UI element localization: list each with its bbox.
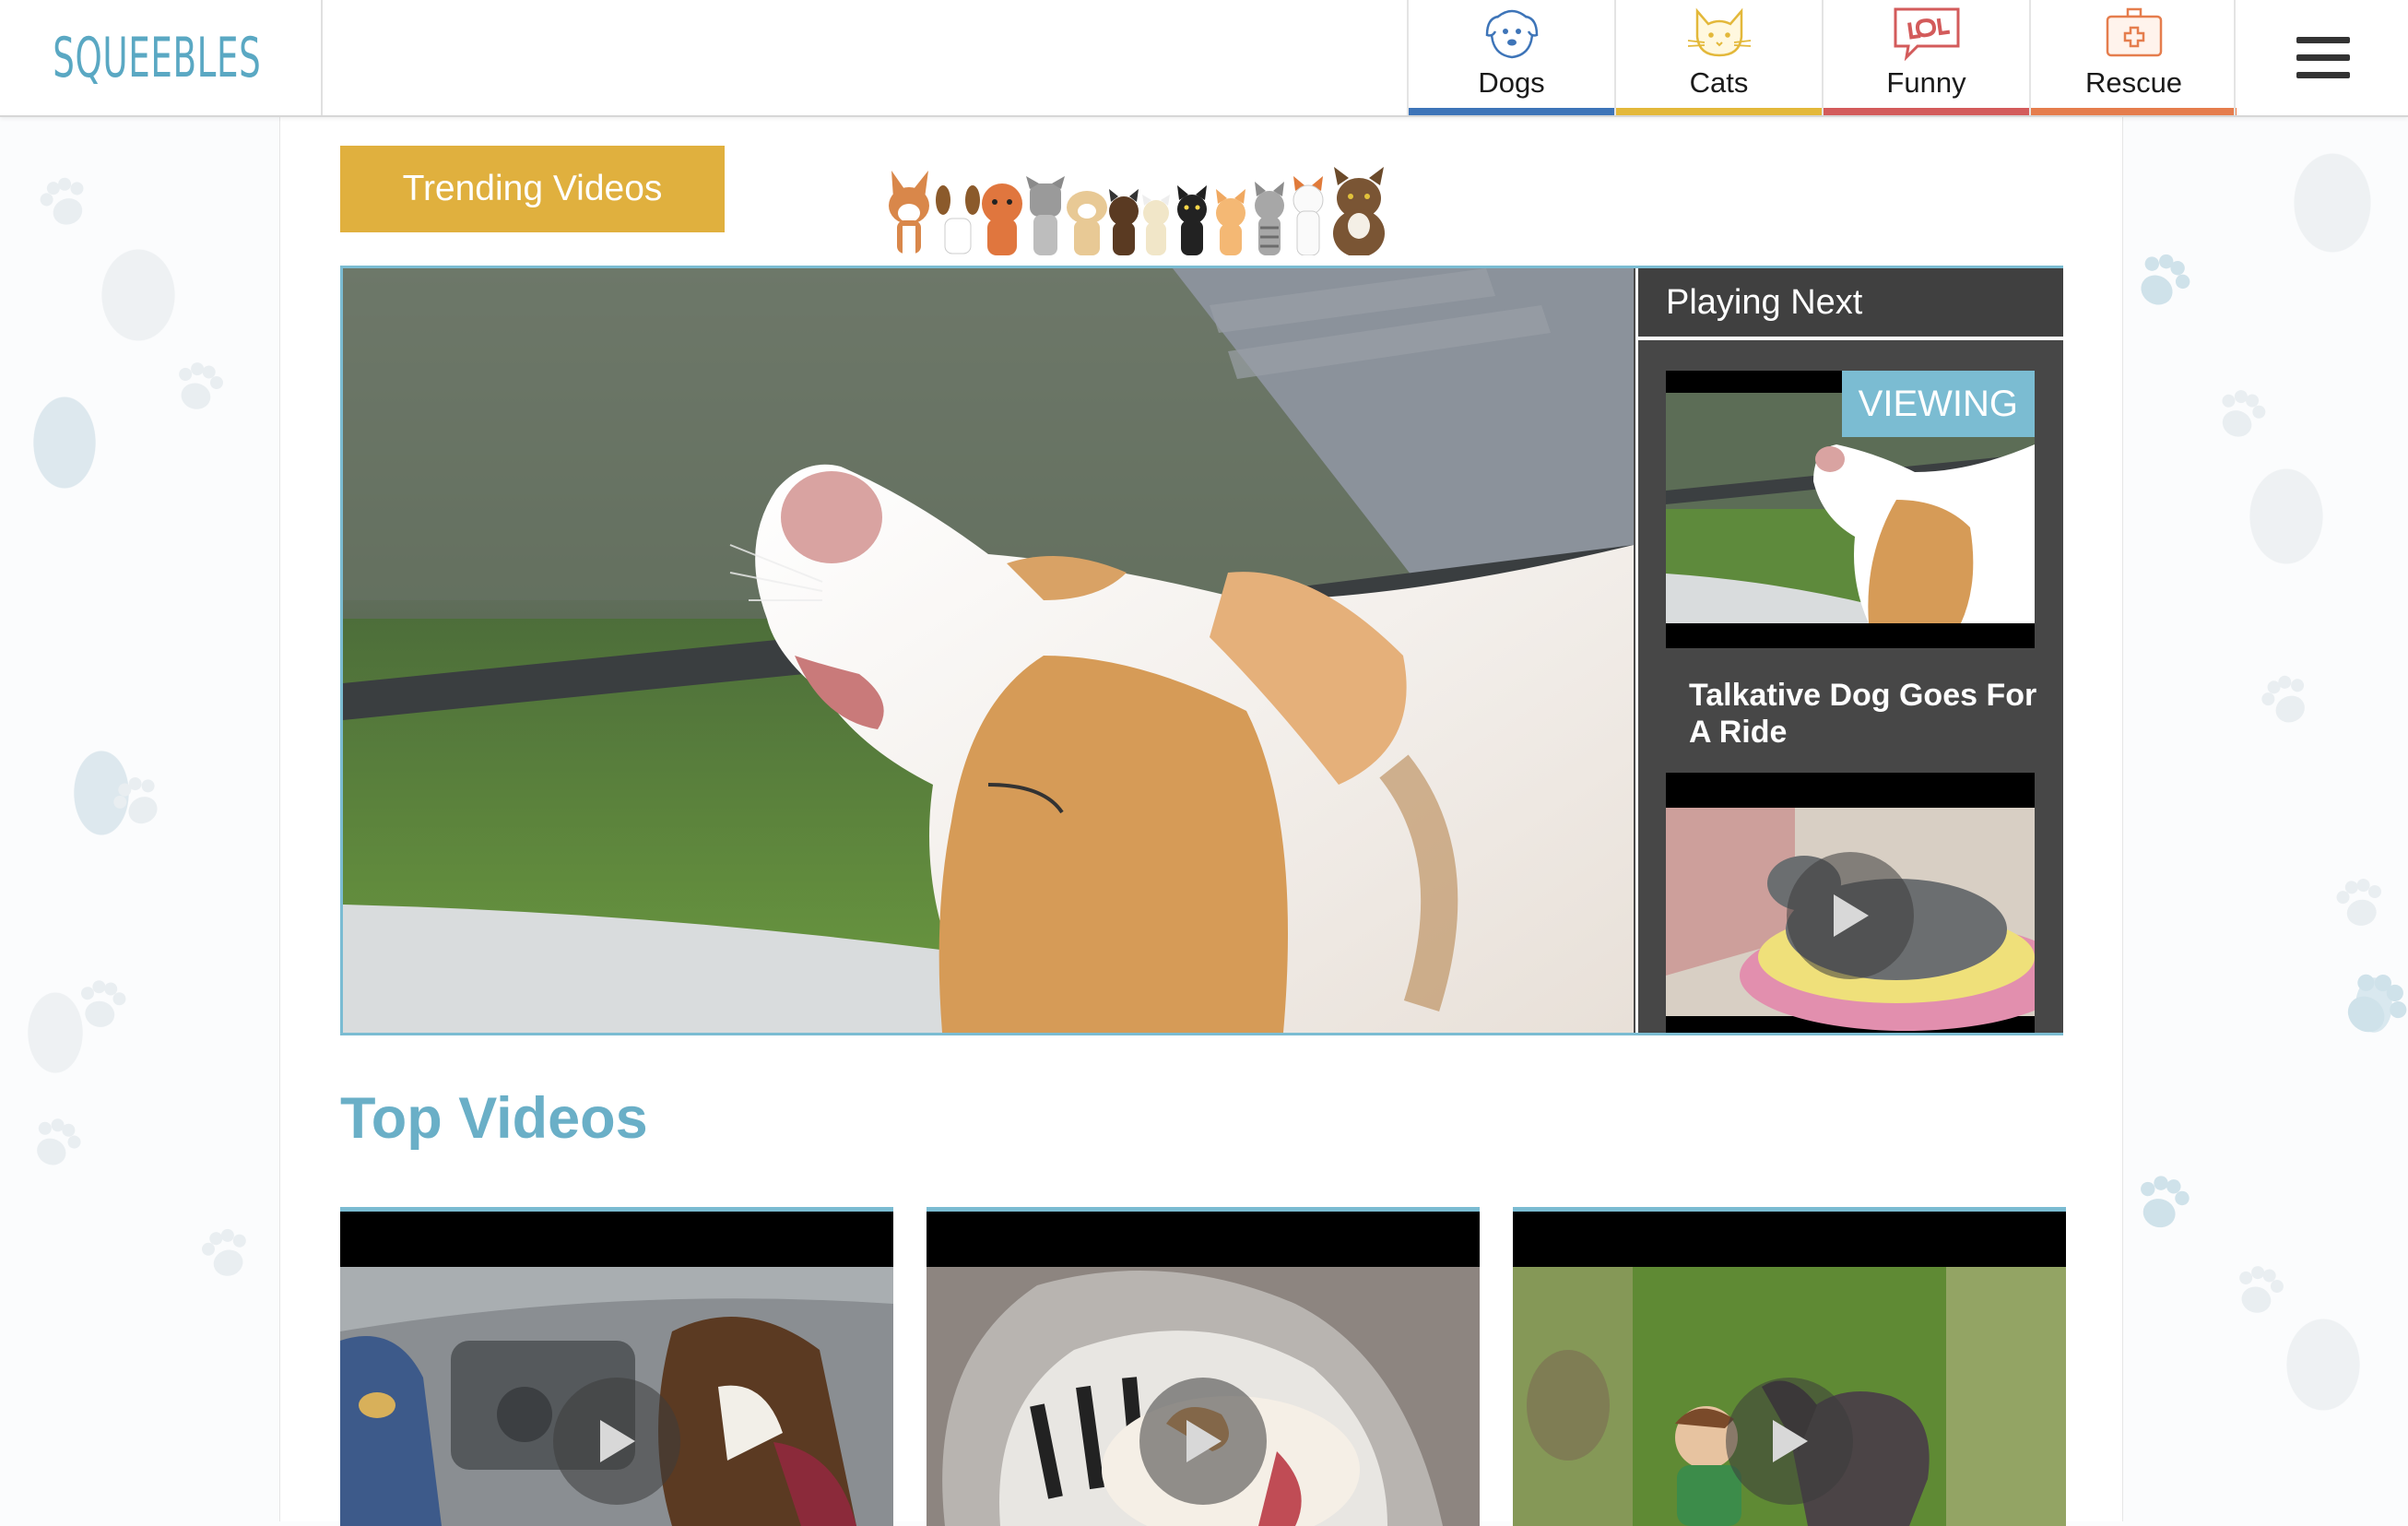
nav-label-dogs: Dogs (1478, 66, 1545, 99)
play-button[interactable] (553, 1378, 680, 1505)
nav-item-funny[interactable]: Funny (1822, 0, 2029, 115)
top-video-card-2[interactable] (927, 1207, 1480, 1526)
nav-label-rescue: Rescue (2084, 66, 2183, 99)
main-content: Trending Videos Playing Next VIEWING Tal… (279, 117, 2123, 1526)
nav-underline-rescue (2031, 108, 2237, 115)
play-icon (1186, 1420, 1222, 1462)
trending-videos-button[interactable]: Trending Videos (340, 146, 725, 232)
play-icon (1773, 1420, 1808, 1462)
next-video-title[interactable]: Talkative Dog Goes For A Ride (1689, 677, 2039, 751)
dog-video-frame (343, 268, 1634, 1033)
play-button[interactable] (1726, 1378, 1853, 1505)
play-button[interactable] (1139, 1378, 1267, 1505)
nav-underline-cats (1616, 108, 1822, 115)
main-video[interactable] (343, 268, 1634, 1033)
viewing-badge: VIEWING (1841, 371, 2035, 437)
next-video-thumb-current[interactable]: VIEWING (1666, 371, 2035, 648)
nav-label-cats: Cats (1689, 66, 1749, 99)
nav-item-dogs[interactable]: Dogs (1407, 0, 1614, 115)
playing-next-sidebar: Playing Next VIEWING Talkative Dog Goes … (1635, 268, 2063, 1033)
next-video-thumb-upnext[interactable] (1666, 773, 2035, 1033)
nav-label-funny: Funny (1886, 66, 1966, 99)
top-video-card-1[interactable] (340, 1207, 893, 1526)
hamburger-menu-icon (2296, 36, 2350, 78)
top-videos-heading: Top Videos (340, 1086, 648, 1151)
site-header: SQUEEBLES Dogs Cats Funny Rescue (0, 0, 2408, 117)
logo-link[interactable]: SQUEEBLES (0, 0, 323, 115)
nav-item-rescue[interactable]: Rescue (2029, 0, 2237, 115)
site-logo: SQUEEBLES (52, 25, 262, 90)
category-nav: Dogs Cats Funny Rescue (1407, 0, 2237, 115)
playing-next-heading: Playing Next (1638, 268, 2063, 340)
top-video-card-3[interactable] (1513, 1207, 2066, 1526)
nav-item-cats[interactable]: Cats (1614, 0, 1822, 115)
play-icon (600, 1420, 635, 1462)
hamburger-menu-button[interactable] (2234, 0, 2408, 115)
nav-underline-dogs (1409, 108, 1614, 115)
first-aid-kit-icon (2106, 7, 2162, 57)
nav-underline-funny (1824, 108, 2029, 115)
pets-illustration (889, 167, 1385, 255)
dog-icon (1485, 9, 1538, 59)
play-button[interactable] (1787, 852, 1914, 979)
cat-icon (1687, 7, 1751, 57)
lol-icon (1894, 7, 1959, 61)
video-player: Playing Next VIEWING Talkative Dog Goes … (340, 266, 2063, 1035)
play-icon (1834, 894, 1869, 937)
